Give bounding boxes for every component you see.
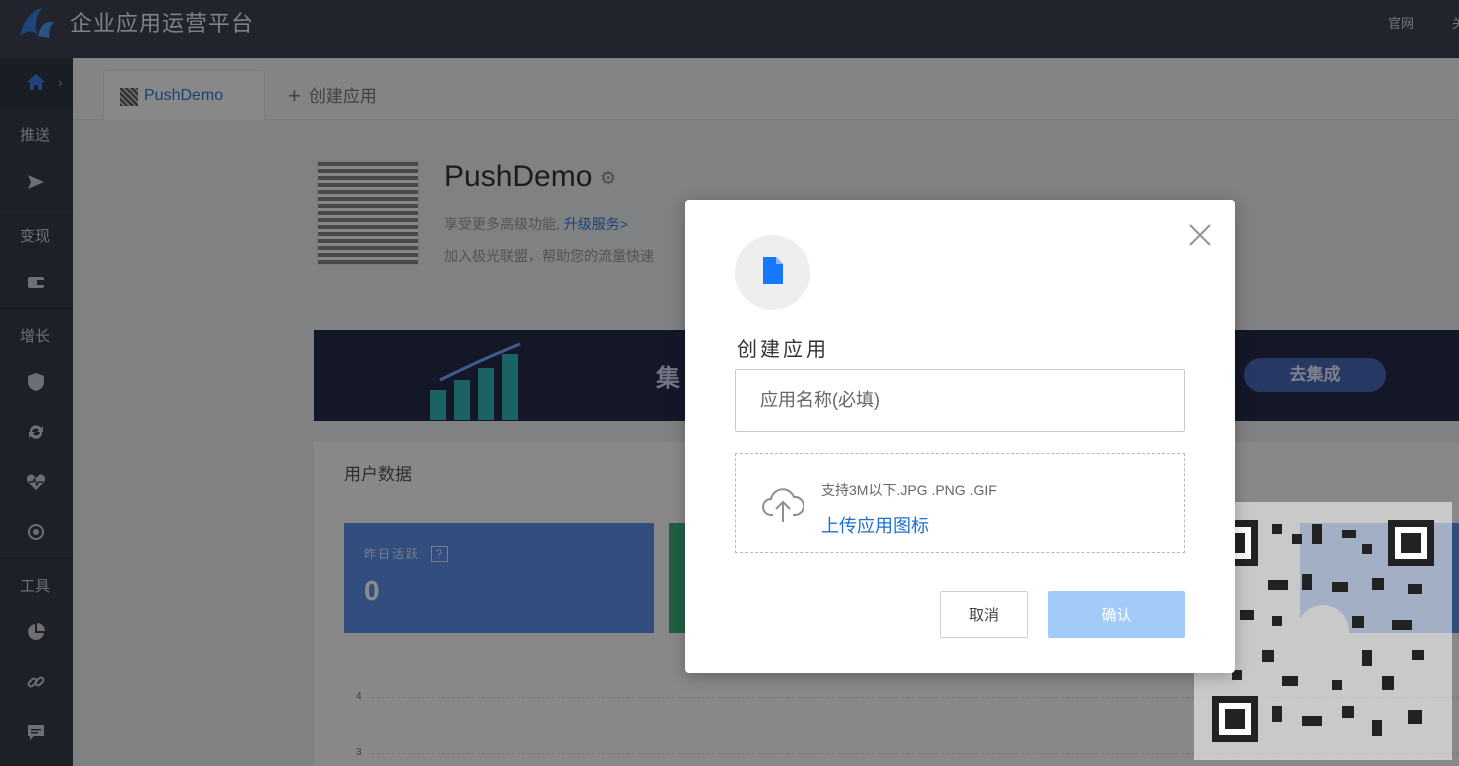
- file-icon: [763, 257, 783, 284]
- modal-title: 创建应用: [737, 337, 829, 361]
- cloud-upload-icon: [762, 488, 804, 522]
- create-app-modal: 创建应用 支持3M以下.JPG .PNG .GIF 上传应用图标 取消 确认: [685, 200, 1235, 673]
- upload-dropzone[interactable]: 支持3M以下.JPG .PNG .GIF 上传应用图标: [735, 453, 1185, 553]
- cancel-button[interactable]: 取消: [940, 591, 1028, 638]
- close-icon[interactable]: [1187, 222, 1213, 248]
- app-name-input[interactable]: [735, 369, 1185, 432]
- upload-icon-link[interactable]: 上传应用图标: [821, 512, 929, 538]
- qr-code-icon: [1212, 520, 1434, 742]
- app-icon-placeholder: [735, 235, 810, 310]
- confirm-button[interactable]: 确认: [1048, 591, 1185, 638]
- upload-hint: 支持3M以下.JPG .PNG .GIF: [821, 482, 997, 498]
